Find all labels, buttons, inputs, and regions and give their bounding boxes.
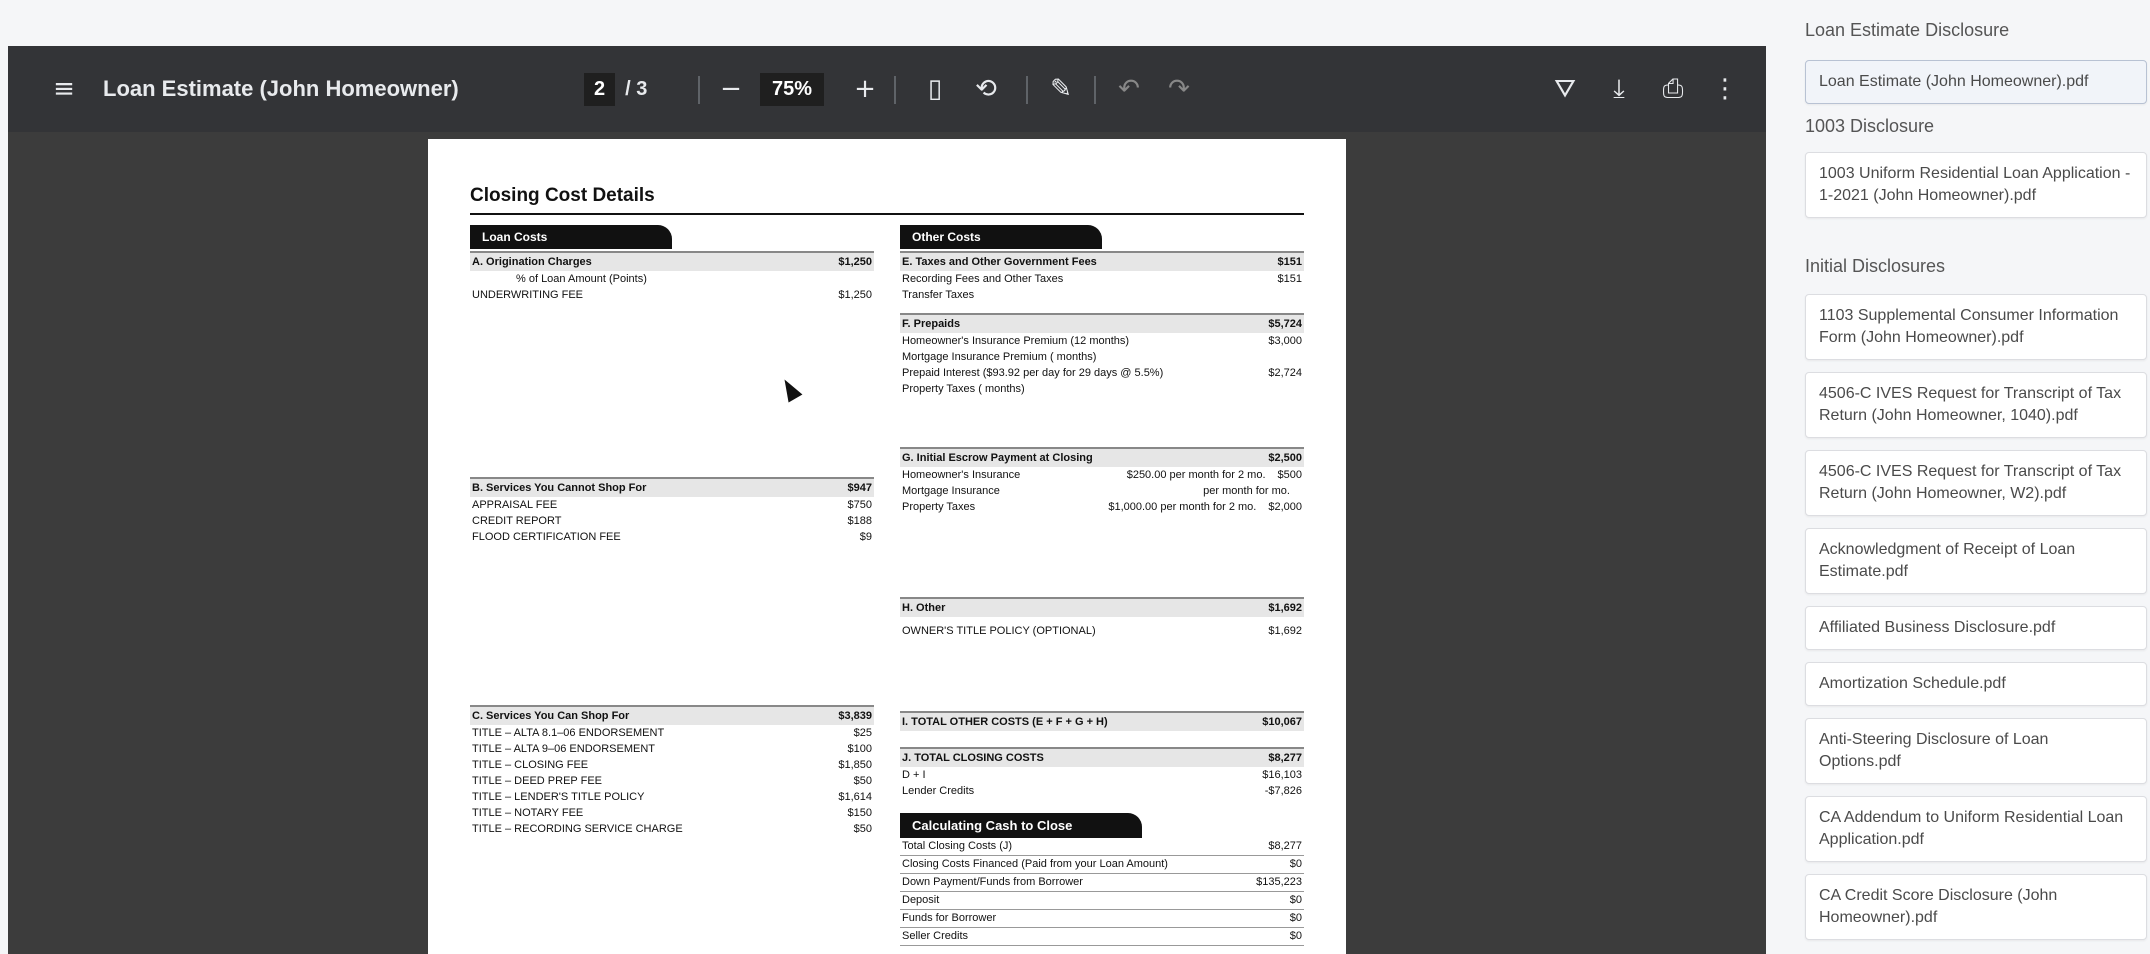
calc-row: Down Payment/Funds from Borrower $135,223 xyxy=(900,874,1304,892)
calc-row: Seller Credits $0 xyxy=(900,928,1304,946)
download-icon[interactable]: ⤓ xyxy=(1602,46,1636,132)
line-item: Property Taxes $1,000.00 per month for 2 … xyxy=(902,501,1302,513)
line-item: TITLE – ALTA 8.1–06 ENDORSEMENT $25 xyxy=(472,727,872,739)
section-header: F. Prepaids $5,724 xyxy=(900,313,1304,333)
line-item: D + I $16,103 xyxy=(902,769,1302,781)
document-title: Loan Estimate (John Homeowner) xyxy=(103,76,459,101)
calc-row: Funds for Borrower $0 xyxy=(900,910,1304,928)
document-link[interactable]: 4506-C IVES Request for Transcript of Ta… xyxy=(1805,372,2147,438)
annotate-icon[interactable]: ✎ xyxy=(1046,46,1076,132)
document-link[interactable]: Loan Estimate (John Homeowner).pdf xyxy=(1805,60,2147,104)
zoom-value[interactable]: 75% xyxy=(760,72,825,106)
page-total: / 3 xyxy=(625,77,648,100)
toolbar-divider xyxy=(894,76,896,104)
rotate-icon[interactable]: ⟲ xyxy=(971,46,1001,132)
heading-rule xyxy=(470,213,1304,215)
section-f: F. Prepaids $5,724 Homeowner's Insurance … xyxy=(900,313,1304,397)
line-item: FLOOD CERTIFICATION FEE $9 xyxy=(472,531,872,543)
document-link[interactable]: 4506-C IVES Request for Transcript of Ta… xyxy=(1805,450,2147,516)
line-item: TITLE – LENDER'S TITLE POLICY $1,614 xyxy=(472,791,872,803)
line-item: Homeowner's Insurance $250.00 per month f… xyxy=(902,469,1302,481)
total-other-costs: I. TOTAL OTHER COSTS (E + F + G + H) $10,… xyxy=(900,711,1304,731)
undo-icon[interactable]: ↶ xyxy=(1114,46,1144,132)
line-item: TITLE – RECORDING SERVICE CHARGE $50 xyxy=(472,823,872,835)
document-link[interactable]: 1003 Uniform Residential Loan Applicatio… xyxy=(1805,152,2147,218)
pdf-page: Closing Cost Details Loan Costs A. Origi… xyxy=(428,139,1346,954)
line-item: Property Taxes ( months) xyxy=(902,383,1025,395)
section-j: J. TOTAL CLOSING COSTS $8,277 D + I $16,10… xyxy=(900,747,1304,799)
zoom-in-icon[interactable]: + xyxy=(850,46,880,132)
calc-tab: Calculating Cash to Close xyxy=(900,813,1142,838)
redo-icon[interactable]: ↷ xyxy=(1164,46,1194,132)
toolbar-divider xyxy=(1094,76,1096,104)
section-i: I. TOTAL OTHER COSTS (E + F + G + H) $10,… xyxy=(900,711,1304,731)
document-link[interactable]: Anti-Steering Disclosure of Loan Options… xyxy=(1805,718,2147,784)
line-item: Recording Fees and Other Taxes $151 xyxy=(902,273,1302,285)
document-link[interactable]: Affiliated Business Disclosure.pdf xyxy=(1805,606,2147,650)
document-link[interactable]: Amortization Schedule.pdf xyxy=(1805,662,2147,706)
section-b: B. Services You Cannot Shop For $947 APPR… xyxy=(470,477,874,545)
calc-row: Deposit $0 xyxy=(900,892,1304,910)
line-item: Homeowner's Insurance Premium (12 months… xyxy=(902,335,1302,347)
line-item: Mortgage Insurance Premium ( months) xyxy=(902,351,1097,363)
document-link[interactable]: CA Credit Score Disclosure (John Homeown… xyxy=(1805,874,2147,940)
pdf-viewer: ≡ Loan Estimate (John Homeowner) 2 / 3 −… xyxy=(8,46,1766,954)
line-item: TITLE – NOTARY FEE $150 xyxy=(472,807,872,819)
other-costs-column: Other Costs E. Taxes and Other Governmen… xyxy=(900,225,1304,946)
zoom-out-icon[interactable]: − xyxy=(716,46,746,132)
page-indicator: 2 / 3 xyxy=(584,46,647,132)
calc-row: Closing Costs Financed (Paid from your L… xyxy=(900,856,1304,874)
viewer-toolbar: ≡ Loan Estimate (John Homeowner) 2 / 3 −… xyxy=(8,46,1766,132)
line-item: TITLE – ALTA 9–06 ENDORSEMENT $100 xyxy=(472,743,872,755)
menu-icon[interactable]: ≡ xyxy=(44,46,84,132)
document-link[interactable]: Acknowledgment of Receipt of Loan Estima… xyxy=(1805,528,2147,594)
section-header: B. Services You Cannot Shop For $947 xyxy=(470,477,874,497)
line-item: % of Loan Amount (Points) xyxy=(516,273,647,285)
disclosure-sidebar: Loan Estimate Disclosure Loan Estimate (… xyxy=(1803,0,2150,954)
other-costs-tab: Other Costs xyxy=(900,225,1102,249)
line-item: TITLE – DEED PREP FEE $50 xyxy=(472,775,872,787)
loan-costs-column: Loan Costs A. Origination Charges $1,250 … xyxy=(470,225,874,835)
document-link[interactable]: 1103 Supplemental Consumer Information F… xyxy=(1805,294,2147,360)
line-item: Prepaid Interest ($93.92 per day for 29 … xyxy=(902,367,1302,379)
more-options-icon[interactable]: ⋮ xyxy=(1710,46,1740,132)
line-item: UNDERWRITING FEE $1,250 xyxy=(472,289,872,301)
section-a: A. Origination Charges $1,250 % of Loan A… xyxy=(470,251,874,303)
section-header: G. Initial Escrow Payment at Closing $2,5… xyxy=(900,447,1304,467)
line-item: TITLE – CLOSING FEE $1,850 xyxy=(472,759,872,771)
document-link[interactable]: CA Addendum to Uniform Residential Loan … xyxy=(1805,796,2147,862)
calc-row: Total Closing Costs (J) $8,277 xyxy=(900,838,1304,856)
section-h: H. Other $1,692 OWNER'S TITLE POLICY (OPT… xyxy=(900,597,1304,639)
line-item: Lender Credits -$7,826 xyxy=(902,785,1302,797)
total-closing-costs: J. TOTAL CLOSING COSTS $8,277 xyxy=(900,747,1304,767)
line-item: APPRAISAL FEE $750 xyxy=(472,499,872,511)
section-g: G. Initial Escrow Payment at Closing $2,5… xyxy=(900,447,1304,515)
section-header: C. Services You Can Shop For $3,839 xyxy=(470,705,874,725)
section-header: A. Origination Charges $1,250 xyxy=(470,251,874,271)
group-heading-loan-estimate: Loan Estimate Disclosure xyxy=(1805,20,2010,40)
calculating-cash-to-close: Calculating Cash to Close Total Closing … xyxy=(900,813,1304,946)
toolbar-divider xyxy=(698,76,700,104)
page-number-input[interactable]: 2 xyxy=(584,72,616,106)
toolbar-divider xyxy=(1026,76,1028,104)
line-item: CREDIT REPORT $188 xyxy=(472,515,872,527)
line-item: Transfer Taxes xyxy=(902,289,975,301)
section-header: E. Taxes and Other Government Fees $151 xyxy=(900,251,1304,271)
zoom-level[interactable]: 75% xyxy=(760,46,825,132)
loan-costs-tab: Loan Costs xyxy=(470,225,672,249)
line-item: Mortgage Insurance per month for mo. xyxy=(902,485,1290,497)
section-c: C. Services You Can Shop For $3,839 TITLE… xyxy=(470,705,874,837)
section-header: H. Other $1,692 xyxy=(900,597,1304,617)
group-heading-initial-disclosures: Initial Disclosures xyxy=(1805,256,1946,276)
fit-page-icon[interactable]: ▯ xyxy=(920,46,950,132)
section-e: E. Taxes and Other Government Fees $151 R… xyxy=(900,251,1304,303)
print-icon[interactable]: ⎙ xyxy=(1656,46,1690,132)
line-item: OWNER'S TITLE POLICY (OPTIONAL) $1,692 xyxy=(902,625,1302,637)
page-heading: Closing Cost Details xyxy=(470,185,655,206)
save-to-drive-icon[interactable]: ⛛ xyxy=(1548,46,1582,132)
group-heading-1003: 1003 Disclosure xyxy=(1805,116,1935,136)
